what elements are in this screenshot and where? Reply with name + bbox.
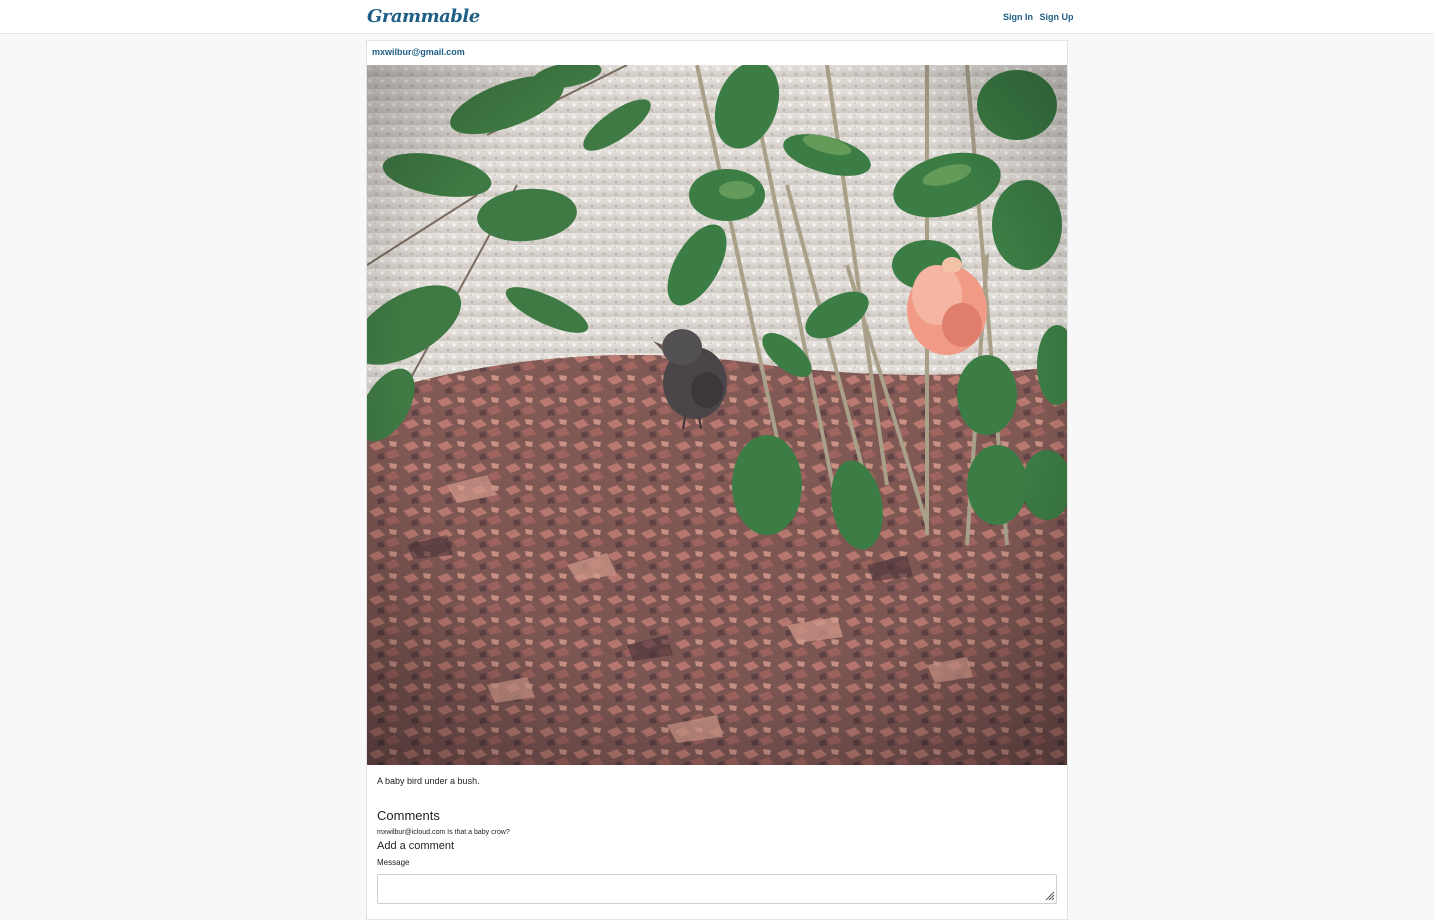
comment-text: Is that a baby crow? <box>447 829 510 836</box>
sign-up-link[interactable]: Sign Up <box>1040 12 1074 22</box>
comment-item: mxwilbur@icloud.com Is that a baby crow? <box>377 829 510 836</box>
sign-in-link[interactable]: Sign In <box>1003 12 1033 22</box>
comment-user: mxwilbur@icloud.com <box>377 829 446 836</box>
auth-links: Sign In Sign Up <box>1003 12 1078 22</box>
brand-logo-link[interactable]: Grammable <box>367 6 480 27</box>
post-photo <box>367 65 1067 765</box>
comments-heading: Comments <box>377 808 440 823</box>
top-navbar: Grammable Sign In Sign Up <box>0 0 1434 34</box>
message-label: Message <box>377 858 410 867</box>
post-card: mxwilbur@gmail.com A baby bird under a b… <box>366 40 1068 920</box>
post-author-link[interactable]: mxwilbur@gmail.com <box>372 47 465 57</box>
resize-grip-icon[interactable] <box>1045 891 1055 901</box>
message-textarea[interactable] <box>377 874 1057 904</box>
post-caption: A baby bird under a bush. <box>377 776 480 786</box>
add-comment-heading: Add a comment <box>377 840 455 852</box>
